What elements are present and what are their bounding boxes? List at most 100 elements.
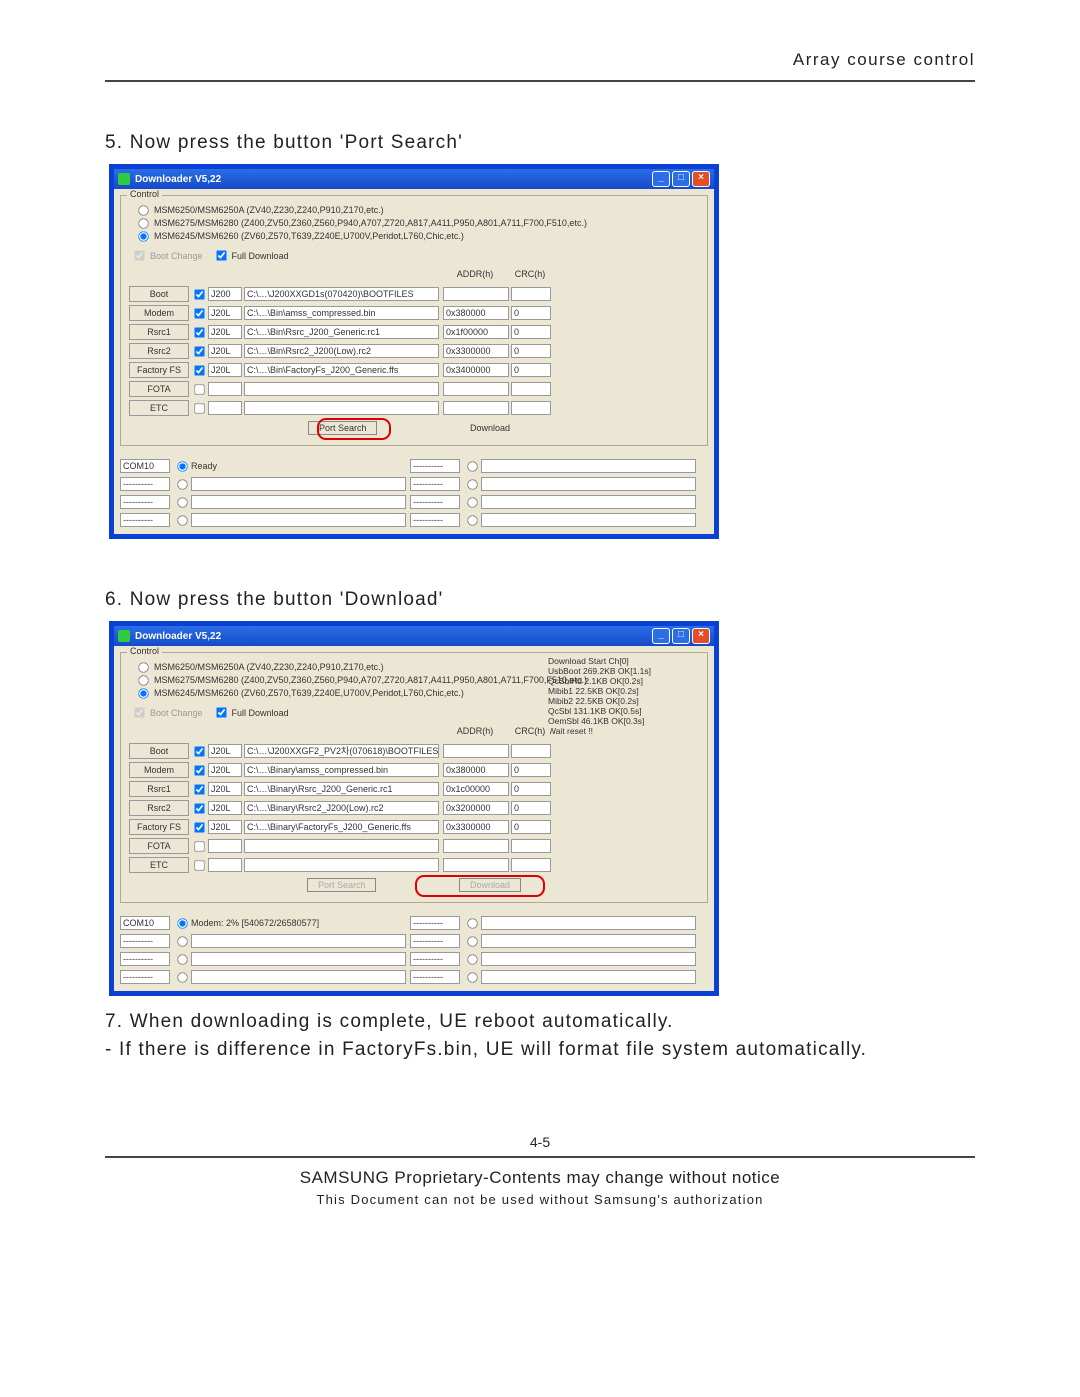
row-addr-input[interactable]: 0x3300000 xyxy=(443,344,509,358)
com-port-radio[interactable] xyxy=(177,954,187,964)
com-port-radio[interactable] xyxy=(467,515,477,525)
minimize-button[interactable]: _ xyxy=(652,628,670,644)
row-path-input[interactable]: C:\…\Bin\amss_compressed.bin xyxy=(244,306,439,320)
com-port-radio[interactable] xyxy=(177,972,187,982)
row-path-input[interactable]: C:\…\Binary\Rsrc2_J200(Low).rc2 xyxy=(244,801,439,815)
row-addr-input[interactable]: 0x380000 xyxy=(443,306,509,320)
close-button[interactable]: × xyxy=(692,628,710,644)
com-port-input[interactable]: ---------- xyxy=(410,934,460,948)
row-path-input[interactable] xyxy=(244,382,439,396)
radio-msm6245[interactable]: MSM6245/MSM6260 (ZV60,Z570,T639,Z240E,U7… xyxy=(137,230,703,243)
com-port-input[interactable]: ---------- xyxy=(120,477,170,491)
row-path-input[interactable]: C:\…\Binary\amss_compressed.bin xyxy=(244,763,439,777)
com-port-radio[interactable] xyxy=(467,972,477,982)
com-port-input[interactable]: COM10 xyxy=(120,459,170,473)
row-select[interactable]: J20L xyxy=(208,782,242,796)
radio-msm6275[interactable]: MSM6275/MSM6280 (Z400,ZV50,Z360,Z560,P94… xyxy=(137,674,703,687)
row-label-button[interactable]: Boot xyxy=(129,286,189,302)
com-port-input[interactable]: ---------- xyxy=(410,952,460,966)
row-addr-input[interactable] xyxy=(443,401,509,415)
row-label-button[interactable]: Boot xyxy=(129,743,189,759)
com-port-radio[interactable] xyxy=(467,497,477,507)
radio-msm6250[interactable]: MSM6250/MSM6250A (ZV40,Z230,Z240,P910,Z1… xyxy=(137,661,703,674)
row-select[interactable]: J20L xyxy=(208,801,242,815)
row-select[interactable]: J20L xyxy=(208,744,242,758)
row-crc-input[interactable]: 0 xyxy=(511,820,551,834)
row-label-button[interactable]: Rsrc1 xyxy=(129,324,189,340)
com-port-radio[interactable] xyxy=(467,954,477,964)
row-label-button[interactable]: Modem xyxy=(129,305,189,321)
row-checkbox[interactable] xyxy=(194,346,204,356)
com-port-input[interactable]: ---------- xyxy=(120,513,170,527)
com-port-radio-r[interactable] xyxy=(467,461,477,471)
com-port-radio[interactable] xyxy=(467,918,477,928)
row-addr-input[interactable] xyxy=(443,744,509,758)
row-select[interactable]: J20L xyxy=(208,344,242,358)
row-label-button[interactable]: Factory FS xyxy=(129,362,189,378)
row-checkbox[interactable] xyxy=(194,860,204,870)
row-select[interactable] xyxy=(208,382,242,396)
row-crc-input[interactable]: 0 xyxy=(511,363,551,377)
row-addr-input[interactable] xyxy=(443,858,509,872)
row-checkbox[interactable] xyxy=(194,327,204,337)
maximize-button[interactable]: □ xyxy=(672,171,690,187)
com-port-radio[interactable] xyxy=(177,497,187,507)
com-port-input[interactable]: ---------- xyxy=(120,970,170,984)
com-port-input[interactable]: ---------- xyxy=(120,934,170,948)
radio-msm6250[interactable]: MSM6250/MSM6250A (ZV40,Z230,Z240,P910,Z1… xyxy=(137,204,703,217)
row-crc-input[interactable]: 0 xyxy=(511,782,551,796)
row-checkbox[interactable] xyxy=(194,784,204,794)
row-checkbox[interactable] xyxy=(194,384,204,394)
row-addr-input[interactable] xyxy=(443,287,509,301)
com-port-input[interactable]: ---------- xyxy=(410,477,460,491)
row-addr-input[interactable]: 0x1f00000 xyxy=(443,325,509,339)
row-label-button[interactable]: ETC xyxy=(129,857,189,873)
row-checkbox[interactable] xyxy=(194,289,204,299)
row-crc-input[interactable] xyxy=(511,401,551,415)
com-port-radio[interactable] xyxy=(177,918,187,928)
com-port-radio[interactable] xyxy=(467,936,477,946)
row-checkbox[interactable] xyxy=(194,822,204,832)
com-port-input[interactable]: ---------- xyxy=(410,970,460,984)
row-path-input[interactable] xyxy=(244,839,439,853)
download-button[interactable]: Download xyxy=(460,422,520,434)
com-port-input[interactable]: ---------- xyxy=(410,513,460,527)
row-checkbox[interactable] xyxy=(194,803,204,813)
row-checkbox[interactable] xyxy=(194,365,204,375)
row-select[interactable] xyxy=(208,858,242,872)
row-select[interactable]: J20L xyxy=(208,763,242,777)
com-port-input[interactable]: ---------- xyxy=(410,916,460,930)
row-crc-input[interactable]: 0 xyxy=(511,763,551,777)
row-crc-input[interactable]: 0 xyxy=(511,306,551,320)
row-label-button[interactable]: Rsrc2 xyxy=(129,800,189,816)
row-addr-input[interactable]: 0x1c00000 xyxy=(443,782,509,796)
row-crc-input[interactable] xyxy=(511,382,551,396)
row-crc-input[interactable]: 0 xyxy=(511,344,551,358)
com-port-input[interactable]: COM10 xyxy=(120,916,170,930)
com-port-radio[interactable] xyxy=(177,936,187,946)
row-label-button[interactable]: Factory FS xyxy=(129,819,189,835)
com-port-radio[interactable] xyxy=(177,461,187,471)
row-path-input[interactable]: C:\…\Binary\Rsrc_J200_Generic.rc1 xyxy=(244,782,439,796)
row-checkbox[interactable] xyxy=(194,403,204,413)
row-addr-input[interactable] xyxy=(443,839,509,853)
minimize-button[interactable]: _ xyxy=(652,171,670,187)
row-select[interactable] xyxy=(208,401,242,415)
row-checkbox[interactable] xyxy=(194,841,204,851)
row-path-input[interactable] xyxy=(244,858,439,872)
row-addr-input[interactable]: 0x3300000 xyxy=(443,820,509,834)
row-path-input[interactable]: C:\…\Bin\Rsrc_J200_Generic.rc1 xyxy=(244,325,439,339)
row-addr-input[interactable]: 0x3400000 xyxy=(443,363,509,377)
row-label-button[interactable]: FOTA xyxy=(129,838,189,854)
row-select[interactable]: J200 xyxy=(208,287,242,301)
row-label-button[interactable]: Rsrc1 xyxy=(129,781,189,797)
row-path-input[interactable]: C:\…\Bin\Rsrc2_J200(Low).rc2 xyxy=(244,344,439,358)
com-port-input-r[interactable]: ---------- xyxy=(410,459,460,473)
port-search-button[interactable]: Port Search xyxy=(308,421,378,435)
com-port-radio[interactable] xyxy=(467,479,477,489)
row-addr-input[interactable]: 0x3200000 xyxy=(443,801,509,815)
row-crc-input[interactable] xyxy=(511,839,551,853)
maximize-button[interactable]: □ xyxy=(672,628,690,644)
row-select[interactable]: J20L xyxy=(208,363,242,377)
row-select[interactable]: J20L xyxy=(208,306,242,320)
